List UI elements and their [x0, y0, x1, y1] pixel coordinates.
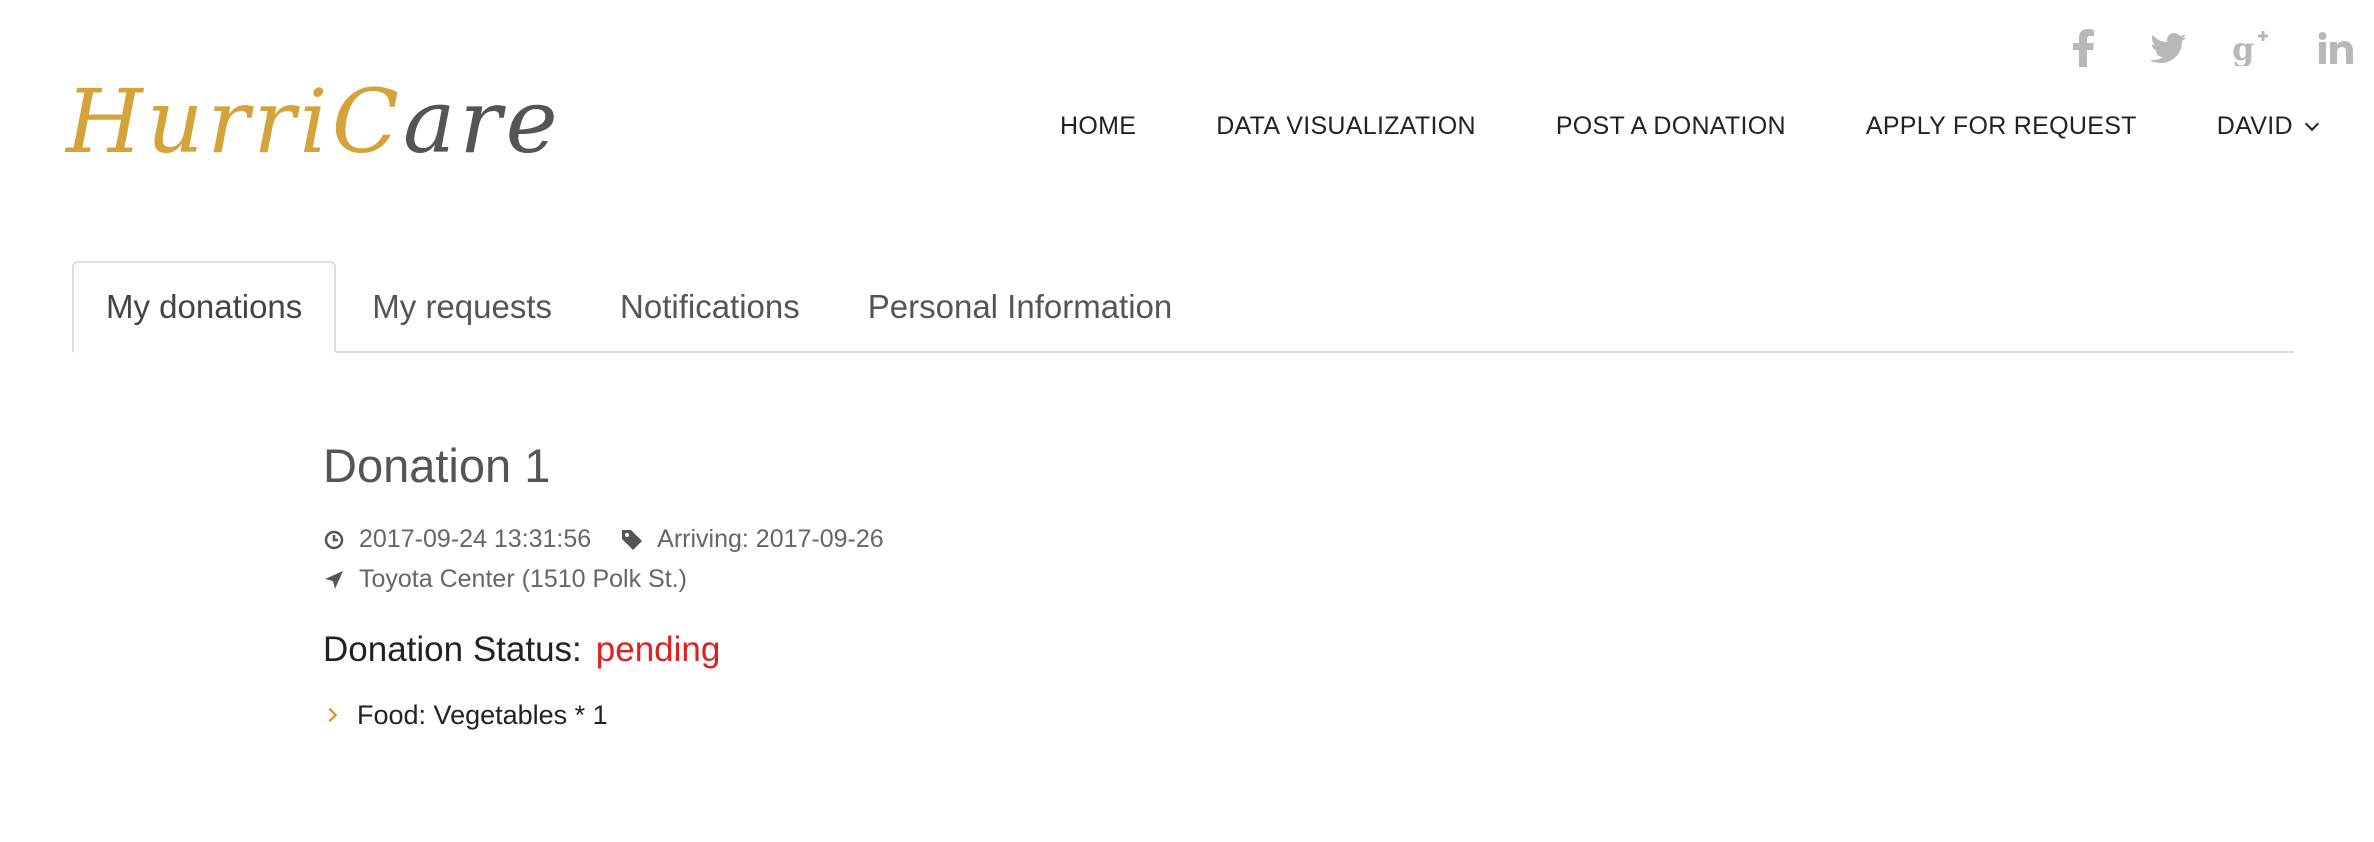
tag-icon	[621, 529, 643, 551]
chevron-down-icon	[2304, 116, 2319, 131]
nav-post-donation[interactable]: POST A DONATION	[1556, 112, 1786, 141]
svg-text:g: g	[2232, 30, 2254, 66]
tab-notifications[interactable]: Notifications	[588, 263, 832, 351]
donation-arriving: Arriving: 2017-09-26	[621, 525, 884, 554]
donation-status-value: pending	[595, 629, 721, 669]
social-links: g	[2064, 28, 2356, 68]
clock-icon	[323, 529, 345, 551]
donation-item-text: Food: Vegetables * 1	[357, 699, 608, 730]
nav-user-menu[interactable]: DAVID	[2216, 112, 2319, 141]
linkedin-glyph	[2319, 32, 2353, 64]
chevron-right-icon	[322, 708, 338, 723]
donation-location: Toyota Center (1510 Polk St.)	[323, 565, 687, 594]
logo-part-c: C	[331, 70, 404, 173]
facebook-icon[interactable]	[2064, 28, 2104, 68]
donation-location-row: Toyota Center (1510 Polk St.)	[323, 560, 914, 600]
facebook-glyph	[2073, 29, 2094, 67]
donation-status: Donation Status: pending	[323, 630, 914, 670]
tab-my-donations[interactable]: My donations	[72, 261, 337, 353]
donation-created: 2017-09-24 13:31:56	[323, 525, 591, 554]
google-plus-glyph: g	[2232, 30, 2268, 66]
nav-data-visualization[interactable]: DATA VISUALIZATION	[1216, 112, 1476, 141]
donation-arriving-date: Arriving: 2017-09-26	[657, 525, 884, 554]
logo-part-are: are	[403, 70, 562, 173]
logo-part-hurri: Hurri	[66, 70, 332, 173]
donation-created-date: 2017-09-24 13:31:56	[359, 525, 592, 554]
linkedin-icon[interactable]	[2316, 28, 2356, 68]
donation-meta-row: 2017-09-24 13:31:56 Arriving: 2017-09-26	[323, 520, 914, 560]
tab-personal-information[interactable]: Personal Information	[836, 263, 1205, 351]
tab-my-requests[interactable]: My requests	[340, 263, 584, 351]
main-nav: HOME DATA VISUALIZATION POST A DONATION …	[1060, 112, 2319, 141]
twitter-icon[interactable]	[2148, 28, 2188, 68]
donation-card: Donation 1 2017-09-24 13:31:56 Arriving:…	[322, 439, 914, 731]
user-name: DAVID	[2216, 112, 2293, 140]
profile-tabs: My donations My requests Notifications P…	[72, 261, 2294, 353]
donation-title: Donation 1	[323, 439, 551, 492]
google-plus-icon[interactable]: g	[2232, 28, 2272, 68]
donation-status-label: Donation Status:	[323, 629, 582, 669]
location-arrow-icon	[323, 569, 345, 591]
list-item: Food: Vegetables * 1	[322, 699, 914, 731]
twitter-glyph	[2150, 33, 2186, 63]
nav-home[interactable]: HOME	[1060, 112, 1136, 141]
nav-apply-request[interactable]: APPLY FOR REQUEST	[1866, 112, 2137, 141]
logo[interactable]: HurriCare	[66, 78, 562, 166]
donation-location-text: Toyota Center (1510 Polk St.)	[359, 565, 687, 594]
